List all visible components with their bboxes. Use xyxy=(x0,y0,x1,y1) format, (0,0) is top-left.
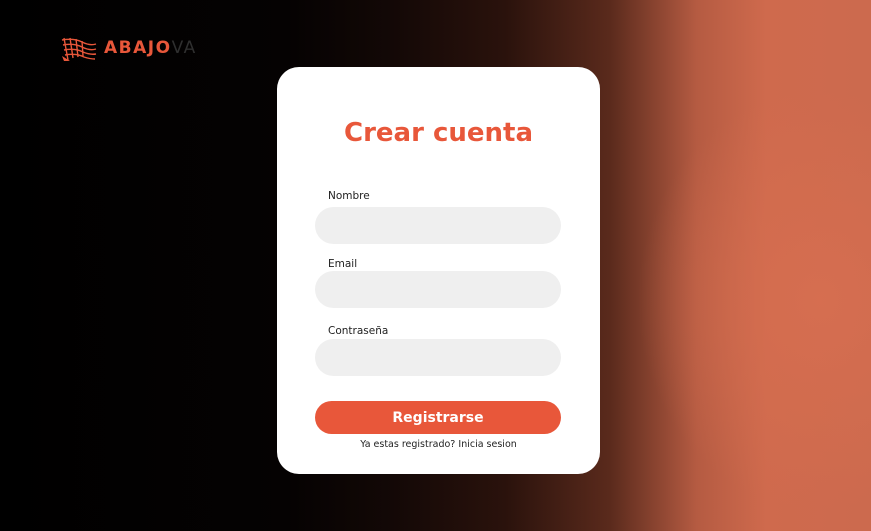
email-field-label: Email xyxy=(328,258,358,270)
password-field[interactable] xyxy=(315,339,561,376)
brand-logo[interactable]: ABAJOVA xyxy=(60,34,197,62)
grid-wave-logo-icon xyxy=(61,37,97,61)
brand-name-secondary: VA xyxy=(171,38,197,58)
login-prompt-text: Ya estas registrado? xyxy=(360,439,456,450)
register-button[interactable]: Registrarse xyxy=(315,401,561,434)
name-field-label: Nombre xyxy=(328,190,370,202)
login-hint: Ya estas registrado? Inicia sesion xyxy=(277,439,600,450)
password-field-label: Contraseña xyxy=(328,325,389,337)
login-link[interactable]: Inicia sesion xyxy=(458,439,516,450)
brand-name: ABAJOVA xyxy=(104,34,197,62)
brand-name-primary: ABAJO xyxy=(104,38,172,58)
email-field[interactable] xyxy=(315,271,561,308)
name-field[interactable] xyxy=(315,207,561,244)
page-title: Crear cuenta xyxy=(344,118,533,148)
